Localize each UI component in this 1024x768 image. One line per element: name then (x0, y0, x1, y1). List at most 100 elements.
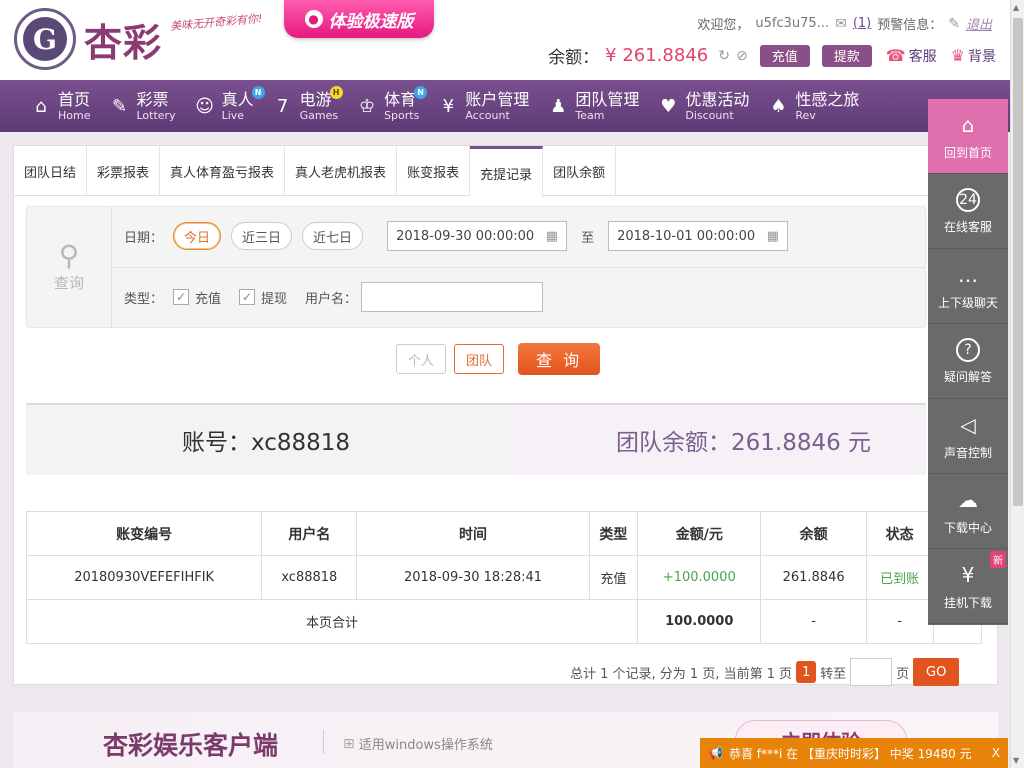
nav-item-sports[interactable]: ♔ 体育 Sports N (356, 80, 428, 132)
mail-icon[interactable]: ✉ (835, 16, 847, 32)
winning-ticker: 📢 恭喜 f***i 在 【重庆时时彩】 中奖 19480 元 X (700, 738, 1008, 768)
nav-sublabel: Sports (384, 108, 420, 122)
main-nav: ⌂ 首页 Home ✎ 彩票 Lottery ☺ 真人 Live N 7 电游 Games H ♔ 体育 Spo… (0, 80, 1010, 132)
sidebar-label: 在线客服 (943, 219, 992, 234)
promo-fast-version-button[interactable]: ● 体验极速版 (284, 0, 434, 38)
sidebar-item-speaker[interactable]: ◁ 声音控制 (928, 399, 1008, 474)
nav-item-rev[interactable]: ♠ 性感之旅 Rev (767, 80, 859, 132)
scroll-down-icon[interactable]: ▼ (1013, 756, 1019, 765)
header: G 杏彩 美味无开奇彩有你! ● 体验极速版 欢迎您， u5fc3u75... … (0, 0, 1010, 80)
tab-6[interactable]: 团队余额 (543, 146, 617, 196)
nav-label: 彩票 (136, 89, 169, 109)
nav-item-lottery[interactable]: ✎ 彩票 Lottery (108, 80, 176, 132)
column-header: 状态 (865, 511, 934, 556)
tab-1[interactable]: 彩票报表 (87, 146, 161, 196)
nav-item-home[interactable]: ⌂ 首页 Home (30, 80, 90, 132)
nav-item-games[interactable]: 7 电游 Games H (272, 80, 343, 132)
account-display: 账号：xc88818 (182, 430, 351, 456)
tab-4[interactable]: 账变报表 (397, 146, 471, 196)
checkbox-withdraw[interactable]: ✓ 提现 (239, 288, 287, 307)
tab-2[interactable]: 真人体育盈亏报表 (160, 146, 286, 196)
divider (323, 730, 324, 754)
refresh-icon[interactable]: ↻ (718, 48, 730, 64)
sidebar-item-question[interactable]: ? 疑问解答 (928, 324, 1008, 399)
tab-5[interactable]: 充提记录 (470, 146, 544, 197)
games-icon: 7 (276, 95, 289, 117)
customer-service-link[interactable]: ☎ 客服 (886, 46, 937, 66)
sports-icon: ♔ (359, 95, 376, 117)
username-label: 用户名： (305, 291, 358, 307)
table-cell: 20180930VEFEFIHFIK (25, 555, 263, 600)
page-number-current[interactable]: 1 (796, 661, 817, 683)
sidebar-label: 下载中心 (943, 520, 992, 535)
hide-balance-icon[interactable]: ⊘ (736, 48, 748, 64)
sidebar-item-home[interactable]: ⌂ 回到首页 (928, 99, 1008, 174)
logout-link[interactable]: 退出 (966, 14, 992, 33)
personal-toggle[interactable]: 个人 (396, 344, 447, 374)
team-balance-display: 团队余额：261.8846 元 (616, 430, 872, 456)
sidebar-label: 疑问解答 (943, 369, 992, 384)
home-icon: ⌂ (961, 112, 975, 137)
username-input[interactable] (361, 282, 544, 312)
shirt-icon: ♛ (950, 46, 965, 65)
nav-item-discount[interactable]: ♥ 优惠活动 Discount (657, 80, 749, 132)
nav-label: 账户管理 (465, 89, 530, 109)
query-button[interactable]: 查 询 (518, 343, 601, 375)
logo[interactable]: G 杏彩 (14, 8, 162, 70)
robot-icon: ¥ (961, 562, 975, 587)
column-header: 时间 (356, 511, 590, 556)
client-title: 杏彩娱乐客户端 (103, 731, 279, 760)
edit-icon[interactable]: ✎ (948, 16, 960, 32)
report-tabs: 团队日结 彩票报表 真人体育盈亏报表 真人老虎机报表 账变报表 充提记录 团队余额 (14, 146, 997, 197)
sidebar-item-headset[interactable]: 24 在线客服 (928, 174, 1008, 249)
sidebar-item-chat[interactable]: … 上下级聊天 (928, 249, 1008, 324)
nav-item-account[interactable]: ¥ 账户管理 Account (437, 80, 530, 132)
date-from-input[interactable]: 2018-09-30 00:00:00 ▦ (387, 221, 568, 251)
sidebar-label: 挂机下载 (943, 595, 992, 610)
balance-label: 余额： (548, 48, 600, 68)
table-cell: 2018-09-30 18:28:41 (356, 555, 590, 600)
close-icon[interactable]: X (992, 746, 1000, 760)
nav-item-team[interactable]: ♟ 团队管理 Team (547, 80, 639, 132)
sidebar-item-robot[interactable]: ¥ 挂机下载 新 (928, 549, 1008, 624)
divider (113, 267, 925, 268)
withdraw-button[interactable]: 提款 (821, 44, 872, 67)
scroll-up-icon[interactable]: ▲ (1013, 3, 1019, 12)
nav-sublabel: Discount (685, 108, 734, 122)
date-to-input[interactable]: 2018-10-01 00:00:00 ▦ (608, 221, 789, 251)
page-scrollbar[interactable]: ▲ ▼ (1010, 0, 1024, 768)
message-count[interactable]: (1) (853, 16, 871, 31)
team-toggle[interactable]: 团队 (454, 344, 505, 374)
logo-mark: G (14, 8, 76, 70)
nav-label: 真人 (221, 89, 254, 109)
tab-3[interactable]: 真人老虎机报表 (285, 146, 398, 196)
background-link[interactable]: ♛ 背景 (951, 46, 996, 66)
nav-sublabel: Account (465, 108, 510, 122)
records-table: 账变编号用户名时间类型金额/元余额状态备注 20180930VEFEFIHFIK… (25, 511, 983, 644)
sidebar-label: 回到首页 (943, 145, 992, 160)
checkbox-deposit[interactable]: ✓ 充值 (173, 288, 221, 307)
tab-0[interactable]: 团队日结 (14, 146, 88, 196)
lottery-icon: ✎ (111, 95, 128, 117)
date-label: 日期： (124, 230, 164, 246)
cloud-download-icon: ☁ (958, 487, 978, 512)
column-header: 余额 (760, 511, 867, 556)
table-cell: 充值 (588, 555, 639, 600)
nav-item-live[interactable]: ☺ 真人 Live N (194, 80, 265, 132)
goto-page-input[interactable] (850, 658, 893, 686)
calendar-icon: ▦ (766, 228, 780, 244)
chip-three-days[interactable]: 近三日 (231, 222, 293, 250)
tour-icon: ♠ (770, 95, 787, 117)
chip-today[interactable]: 今日 (173, 222, 222, 250)
go-button[interactable]: GO (913, 658, 960, 686)
table-cell: +100.0000 (637, 555, 762, 600)
chip-seven-days[interactable]: 近七日 (302, 222, 364, 250)
sidebar-item-cloud-download[interactable]: ☁ 下载中心 (928, 474, 1008, 549)
query-buttons: 个人 团队 查 询 (396, 343, 601, 375)
table-cell: 已到账 (865, 555, 934, 600)
deposit-button[interactable]: 充值 (759, 44, 810, 67)
sidebar-label: 声音控制 (943, 445, 992, 460)
scroll-thumb[interactable] (1013, 18, 1023, 506)
table-total-row: 本页合计 100.0000 - - - (25, 599, 983, 644)
type-row: 类型： ✓ 充值 ✓ 提现 用户名： (124, 282, 544, 312)
